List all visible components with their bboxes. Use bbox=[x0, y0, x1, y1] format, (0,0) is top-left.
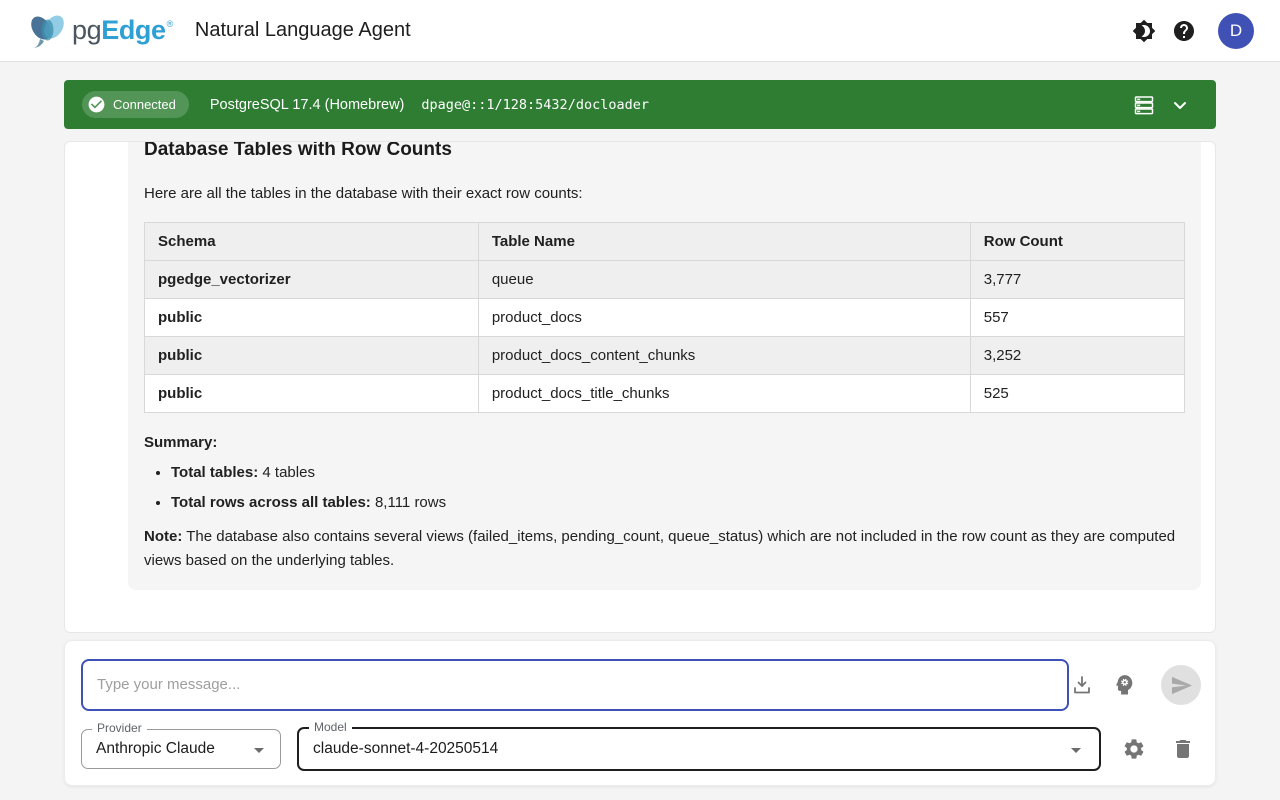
column-header-table-name: Table Name bbox=[478, 223, 970, 261]
pgedge-logo: pgEdge® bbox=[26, 10, 173, 52]
dropdown-arrow-icon bbox=[247, 738, 271, 762]
list-item: Total rows across all tables: 8,111 rows bbox=[171, 494, 1185, 511]
cell-row-count: 525 bbox=[970, 375, 1184, 413]
summary-label: Summary: bbox=[144, 434, 1185, 451]
provider-select[interactable]: Provider Anthropic Claude bbox=[81, 729, 281, 769]
pgedge-logo-icon bbox=[26, 10, 70, 52]
cell-row-count: 3,777 bbox=[970, 261, 1184, 299]
cell-table-name: queue bbox=[478, 261, 970, 299]
connection-string: dpage@::1/128:5432/docloader bbox=[421, 97, 649, 113]
model-select[interactable]: Model claude-sonnet-4-20250514 bbox=[297, 727, 1101, 771]
composer-panel: Provider Anthropic Claude Model claude-s… bbox=[64, 640, 1216, 786]
table-row: public product_docs_content_chunks 3,252 bbox=[145, 337, 1185, 375]
pgedge-wordmark: pgEdge® bbox=[72, 15, 173, 46]
table-row: public product_docs_title_chunks 525 bbox=[145, 375, 1185, 413]
cell-table-name: product_docs_content_chunks bbox=[478, 337, 970, 375]
cell-schema: public bbox=[145, 337, 479, 375]
page-title: Natural Language Agent bbox=[195, 19, 411, 42]
provider-label: Provider bbox=[92, 721, 147, 735]
cell-table-name: product_docs_title_chunks bbox=[478, 375, 970, 413]
table-row: public product_docs 557 bbox=[145, 299, 1185, 337]
trash-icon bbox=[1171, 737, 1195, 761]
chevron-down-icon bbox=[1168, 93, 1192, 117]
dark-mode-toggle-button[interactable] bbox=[1124, 11, 1164, 51]
message-input[interactable] bbox=[81, 659, 1069, 711]
connection-status-badge: Connected bbox=[82, 91, 189, 118]
table-header-row: Schema Table Name Row Count bbox=[145, 223, 1185, 261]
psychology-icon bbox=[1112, 673, 1136, 697]
connection-bar: Connected PostgreSQL 17.4 (Homebrew) dpa… bbox=[64, 80, 1216, 129]
download-button[interactable] bbox=[1062, 665, 1102, 705]
settings-button[interactable] bbox=[1114, 729, 1154, 769]
download-icon bbox=[1070, 673, 1094, 697]
connection-expand-button[interactable] bbox=[1162, 87, 1198, 123]
cell-row-count: 3,252 bbox=[970, 337, 1184, 375]
user-avatar[interactable]: D bbox=[1218, 13, 1254, 49]
note-paragraph: Note: The database also contains several… bbox=[144, 525, 1185, 572]
cell-schema: public bbox=[145, 299, 479, 337]
clear-chat-button[interactable] bbox=[1163, 729, 1203, 769]
cell-schema: pgedge_vectorizer bbox=[145, 261, 479, 299]
column-header-row-count: Row Count bbox=[970, 223, 1184, 261]
column-header-schema: Schema bbox=[145, 223, 479, 261]
cell-row-count: 557 bbox=[970, 299, 1184, 337]
chat-history-panel: Database Tables with Row Counts Here are… bbox=[64, 141, 1216, 633]
dropdown-arrow-icon bbox=[1064, 738, 1088, 762]
model-label: Model bbox=[309, 720, 352, 734]
list-item: Total tables: 4 tables bbox=[171, 464, 1185, 481]
server-version-label: PostgreSQL 17.4 (Homebrew) bbox=[210, 97, 405, 113]
app-header: pgEdge® Natural Language Agent D bbox=[0, 0, 1280, 62]
send-button[interactable] bbox=[1161, 665, 1201, 705]
table-row: pgedge_vectorizer queue 3,777 bbox=[145, 261, 1185, 299]
cell-table-name: product_docs bbox=[478, 299, 970, 337]
help-button[interactable] bbox=[1164, 11, 1204, 51]
assistant-message-bubble: Database Tables with Row Counts Here are… bbox=[128, 141, 1201, 590]
view-list-icon bbox=[1132, 93, 1156, 117]
view-list-button[interactable] bbox=[1126, 87, 1162, 123]
cell-schema: public bbox=[145, 375, 479, 413]
message-heading: Database Tables with Row Counts bbox=[144, 141, 1185, 161]
dark-mode-toggle-icon bbox=[1132, 19, 1156, 43]
check-circle-icon bbox=[87, 95, 106, 114]
db-tables-table: Schema Table Name Row Count pgedge_vecto… bbox=[144, 222, 1185, 413]
message-intro: Here are all the tables in the database … bbox=[144, 185, 1185, 202]
help-icon bbox=[1172, 19, 1196, 43]
send-icon bbox=[1170, 674, 1193, 697]
summary-list: Total tables: 4 tables Total rows across… bbox=[144, 464, 1185, 511]
psychology-button[interactable] bbox=[1104, 665, 1144, 705]
connection-status-label: Connected bbox=[113, 97, 176, 112]
model-value: claude-sonnet-4-20250514 bbox=[299, 729, 1099, 769]
gear-icon bbox=[1122, 737, 1146, 761]
